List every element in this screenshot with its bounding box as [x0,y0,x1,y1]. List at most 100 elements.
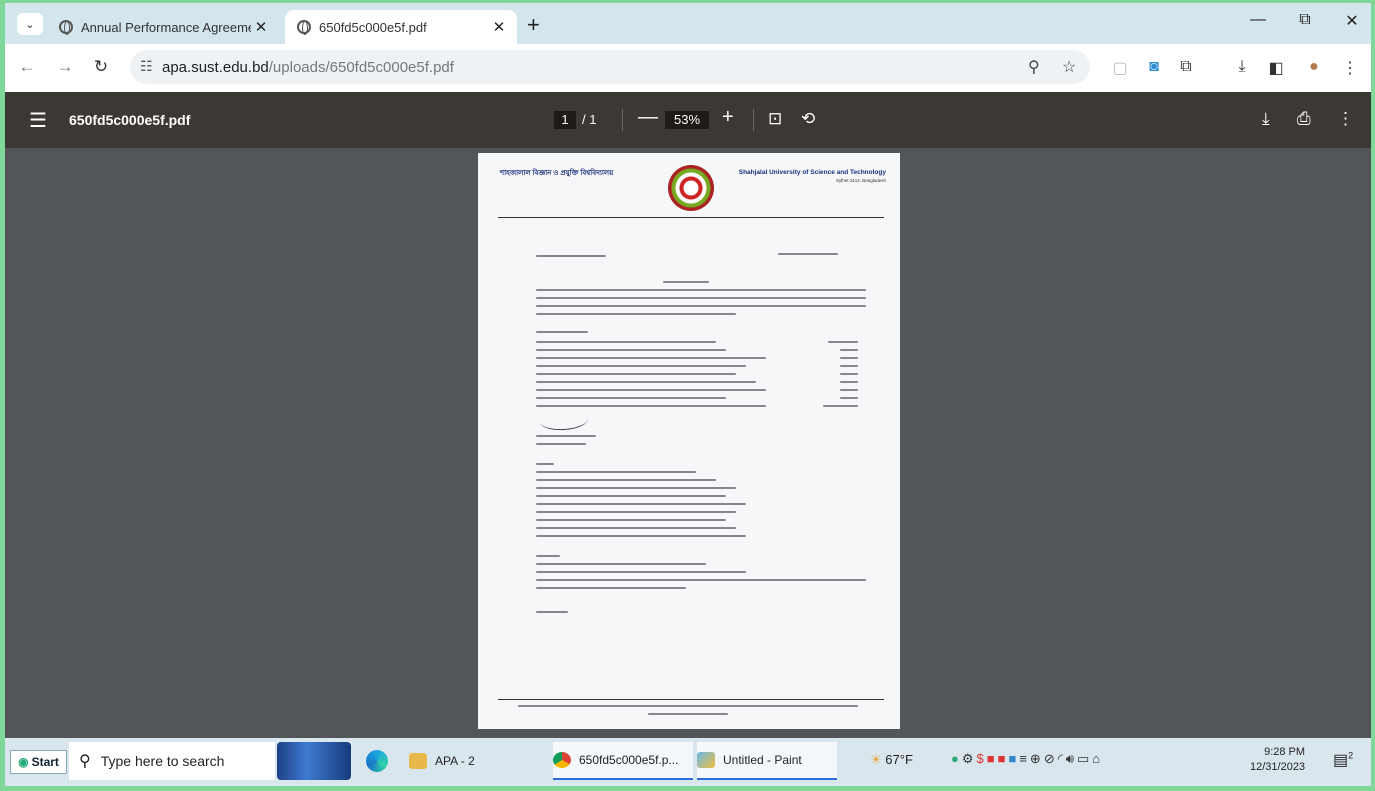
reload-icon[interactable]: ↻ [89,57,113,77]
weather-sun-icon: ☀ [870,752,882,767]
paint-icon [697,752,715,768]
zoom-lens-icon[interactable]: ⚲ [1028,57,1040,77]
tray-app-icon[interactable]: ⊘ [1044,751,1058,766]
window-close-button[interactable]: ✕ [1337,11,1367,31]
folder-icon [409,753,427,769]
fit-page-icon[interactable]: ⊡ [768,109,782,129]
header-english: Shahjalal University of Science and Tech… [739,169,886,183]
url-domain: apa.sust.edu.bd [162,59,269,76]
tab-title: Annual Performance Agreeme [81,19,251,35]
download-icon[interactable]: ⤓ [1231,58,1253,76]
zoom-out-button[interactable]: — [638,106,658,129]
list-line [536,349,726,351]
list-line [536,587,686,589]
browser-toolbar: ← → ↻ ☷ apa.sust.edu.bd/uploads/650fd5c0… [5,44,1371,92]
list-line [536,397,726,399]
taskbar-search[interactable]: ⚲ Type here to search [69,742,275,780]
screenshot-extension-icon[interactable]: ◙ [1143,58,1165,76]
back-icon[interactable]: ← [15,57,39,77]
network-icon[interactable]: ⊕ [1030,751,1044,766]
system-tray[interactable]: ●⚙$■■■≡⊕⊘◜🔊︎▭⌂ [951,751,1103,767]
zoom-level-input[interactable]: 53% [665,111,709,129]
taskbar-app-folder[interactable]: APA - 2 [409,742,549,780]
weather-widget[interactable]: ☀ 67°F [870,752,913,768]
tray-app-icon[interactable]: ⚙ [962,751,977,766]
start-label: Start [31,755,59,769]
list-line [536,381,756,383]
notification-icon[interactable]: ▤2 [1333,750,1353,770]
header-english-text: Shahjalal University of Science and Tech… [738,169,886,176]
extension-icon[interactable]: ▢ [1109,58,1131,78]
list-line [536,479,716,481]
zoom-in-button[interactable]: + [722,106,734,129]
memo-title-line [663,281,709,283]
rotate-icon[interactable]: ⟲ [801,109,815,129]
side-panel-icon[interactable]: ◧ [1265,58,1287,78]
tray-app-icon[interactable]: $ [977,751,987,766]
site-info-icon[interactable]: ☷ [140,58,153,75]
tab-search-button[interactable]: ⌄ [17,13,43,35]
print-icon[interactable]: ⎙ [1297,109,1311,129]
notification-count: 2 [1348,750,1354,761]
list-role-line [840,381,858,383]
more-menu-icon[interactable]: ⋮ [1339,58,1361,78]
tray-app-icon[interactable]: ≡ [1019,751,1030,766]
list-line [536,389,766,391]
hamburger-menu-icon[interactable]: ☰ [29,108,47,133]
list-role-line [840,349,858,351]
start-button[interactable]: ◉ Start [10,750,67,774]
tray-app-icon[interactable]: ● [951,751,962,766]
list-role-line [840,365,858,367]
list-line [536,579,866,581]
list-line [536,495,726,497]
windows-logo-icon: ◉ [18,755,29,769]
list-line [536,341,716,343]
restore-button[interactable]: ⧉ [1290,11,1320,29]
clock-date: 12/31/2023 [1250,761,1306,773]
new-tab-button[interactable]: + [527,12,540,38]
address-bar[interactable]: ☷ apa.sust.edu.bd/uploads/650fd5c000e5f.… [130,50,1090,84]
pdf-download-icon[interactable]: ⤓ [1262,109,1270,129]
tab-pdf[interactable]: 650fd5c000e5f.pdf ✕ [285,10,517,44]
url-text[interactable]: apa.sust.edu.bd/uploads/650fd5c000e5f.pd… [162,59,454,76]
list-line [536,527,736,529]
battery-icon[interactable]: ▭ [1077,751,1092,766]
close-tab-icon[interactable]: ✕ [251,18,271,36]
bookmark-star-icon[interactable]: ☆ [1062,57,1076,77]
profile-avatar-icon[interactable]: ● [1303,58,1325,76]
closing-line [536,611,568,613]
tray-app-icon[interactable]: ■ [987,751,998,766]
divider [753,109,754,131]
tray-app-icon[interactable]: ■ [998,751,1009,766]
divider [622,109,623,131]
volume-icon[interactable]: 🔊︎ [1066,751,1077,766]
edge-browser-icon[interactable] [366,750,388,772]
list-line [536,503,746,505]
memo-date-line [778,253,838,255]
pdf-more-icon[interactable]: ⋮ [1337,109,1354,129]
section-heading-line [536,331,588,333]
search-highlight-image[interactable] [277,742,351,780]
tab-annual-performance[interactable]: Annual Performance Agreeme ✕ [47,10,279,44]
taskbar-app-paint[interactable]: Untitled - Paint [697,742,837,780]
list-role-line [840,357,858,359]
wifi-icon[interactable]: ◜ [1058,751,1066,766]
forward-icon[interactable]: → [53,57,77,77]
tray-app-icon[interactable]: ⌂ [1092,751,1103,766]
list-line [536,373,736,375]
university-logo [668,165,714,211]
tab-title: 650fd5c000e5f.pdf [319,19,427,35]
pdf-viewer-area[interactable]: শাহজালাল বিজ্ঞান ও প্রযুক্তি বিশ্ববিদ্যা… [5,148,1371,738]
page-number-input[interactable]: 1 [554,111,576,129]
minimize-button[interactable]: — [1243,11,1273,29]
close-tab-icon[interactable]: ✕ [489,18,509,36]
text-line [536,297,866,299]
extensions-puzzle-icon[interactable]: ⧉ [1175,58,1197,76]
tray-app-icon[interactable]: ■ [1008,751,1019,766]
clock[interactable]: 9:28 PM 12/31/2023 [1250,745,1305,775]
text-line [536,289,866,291]
header-english-sub: Sylhet-3114, Bangladesh [836,178,886,183]
memo-ref-line [536,255,606,257]
taskbar-app-chrome[interactable]: 650fd5c000e5f.p... [553,742,693,780]
section-heading-line [536,463,554,465]
